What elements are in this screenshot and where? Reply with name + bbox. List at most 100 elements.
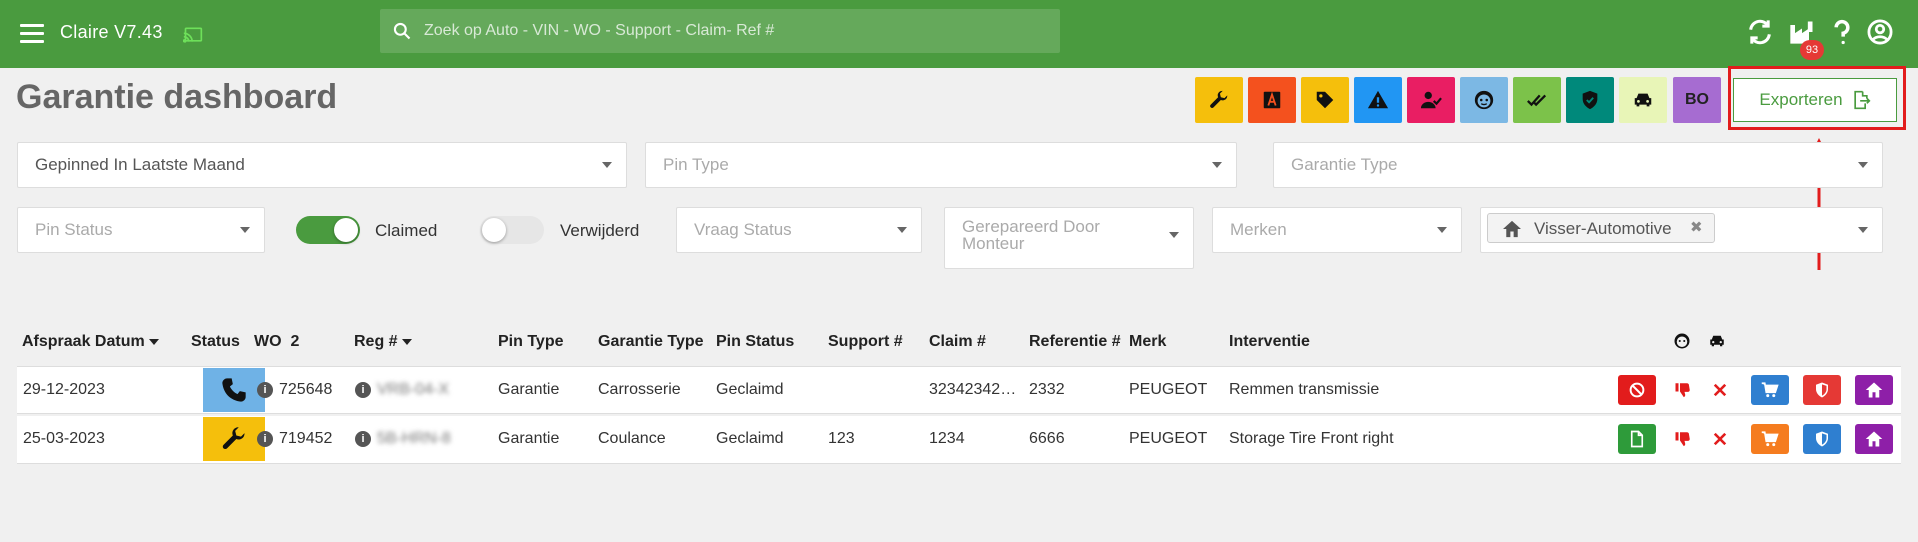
wrench-icon [222,427,245,450]
filter-letter-a-button[interactable] [1248,77,1296,123]
garantie-type-select[interactable]: Garantie Type [1273,142,1883,188]
refresh-icon[interactable] [1746,18,1774,51]
order-button[interactable] [1751,375,1789,405]
gerepareerd-door-select[interactable]: Gerepareerd Door Monteur [944,207,1194,269]
dealer-home-button[interactable] [1855,424,1893,454]
col-pin-status: Pin Status [716,333,795,350]
chevron-down-icon [1212,162,1222,168]
filter-wrench-button[interactable] [1195,77,1243,123]
table-row[interactable]: 29-12-2023 i 725648 i VRB-04-X Garantie … [17,366,1901,414]
chevron-down-icon [602,162,612,168]
table-row[interactable]: 25-03-2023 i 719452 i 5B-HRN-8 Garantie … [17,416,1901,464]
status-tile[interactable] [203,368,265,412]
delete-button[interactable] [1709,379,1731,401]
pin-type-select[interactable]: Pin Type [645,142,1237,188]
search-bar[interactable] [380,9,1060,53]
help-icon[interactable] [1828,18,1856,51]
chevron-down-icon [1858,227,1868,233]
filter-tag-button[interactable] [1301,77,1349,123]
home-icon [1865,382,1883,398]
file-export-icon [1853,90,1871,110]
shield-icon [1816,382,1828,398]
user-check-icon [1420,91,1442,109]
chevron-down-icon [240,227,250,233]
col-interventie: Interventie [1229,333,1310,350]
claimed-label: Claimed [375,221,438,240]
info-icon[interactable]: i [355,382,371,398]
claimed-toggle[interactable] [296,216,360,244]
face-icon [1674,333,1690,349]
filter-face-button[interactable] [1460,77,1508,123]
home-icon [1503,220,1521,238]
close-icon [1713,432,1727,446]
document-button[interactable] [1618,424,1656,454]
dealer-home-button[interactable] [1855,375,1893,405]
filter-bo-button[interactable]: BO [1673,77,1721,123]
col-claim: Claim # [929,333,986,350]
pinned-period-select[interactable]: Gepinned In Laatste Maand [17,142,627,188]
search-input[interactable] [424,9,1044,53]
pin-status-select[interactable]: Pin Status [17,207,265,253]
dealer-chip: Visser-Automotive ✖ [1487,213,1715,243]
chevron-down-icon [1169,232,1179,238]
search-icon [393,22,411,40]
reject-button[interactable] [1672,379,1694,401]
col-reg[interactable]: Reg # [354,333,412,351]
chevron-down-icon [1437,227,1447,233]
cart-icon [1761,382,1779,398]
verwijderd-toggle[interactable] [480,216,544,244]
col-wo: WO 2 [254,333,300,350]
warranty-button[interactable] [1803,375,1841,405]
info-icon[interactable]: i [355,431,371,447]
info-icon[interactable]: i [257,382,273,398]
col-referentie: Referentie # [1029,333,1121,350]
chevron-down-icon [897,227,907,233]
page-title: Garantie dashboard [16,78,338,116]
top-bar: Claire V7.43 93 [0,0,1918,68]
warranty-button[interactable] [1803,424,1841,454]
close-icon [1713,383,1727,397]
shield-icon [1816,431,1828,447]
warning-icon [1367,90,1389,109]
col-afspraak-datum[interactable]: Afspraak Datum [22,333,159,351]
filter-shield-button[interactable] [1566,77,1614,123]
info-icon[interactable]: i [257,431,273,447]
user-icon[interactable] [1866,18,1894,51]
status-tile[interactable] [203,417,265,461]
delete-button[interactable] [1709,428,1731,450]
home-icon [1865,431,1883,447]
app-title: Claire V7.43 [60,22,163,42]
face-icon [1474,90,1494,110]
col-pin-type: Pin Type [498,333,564,350]
chevron-down-icon [1858,162,1868,168]
notification-badge: 93 [1800,40,1824,60]
wrench-icon [1210,90,1228,108]
block-button[interactable] [1618,375,1656,405]
sort-down-icon [401,338,412,345]
menu-icon[interactable] [20,24,44,44]
double-check-icon [1527,94,1547,107]
chip-remove-icon[interactable]: ✖ [1690,218,1703,236]
cast-icon[interactable] [183,26,203,44]
col-support: Support # [828,333,903,350]
cart-icon [1761,431,1779,447]
sort-down-icon [148,338,159,345]
order-button[interactable] [1751,424,1789,454]
thumbs-down-icon [1675,383,1690,398]
tag-icon [1316,91,1334,109]
car-icon [1710,335,1724,347]
thumbs-down-icon [1675,432,1690,447]
filter-warning-button[interactable] [1354,77,1402,123]
file-icon [1630,430,1644,448]
reject-button[interactable] [1672,428,1694,450]
col-merk: Merk [1129,333,1167,350]
export-label: Exporteren [1759,90,1843,109]
car-icon [1634,93,1652,107]
filter-car-button[interactable] [1619,77,1667,123]
export-button[interactable]: Exporteren [1733,78,1897,122]
shield-check-icon [1582,90,1598,110]
merken-select[interactable]: Merken [1212,207,1462,253]
vraag-status-select[interactable]: Vraag Status [676,207,922,253]
filter-double-check-button[interactable] [1513,77,1561,123]
filter-user-check-button[interactable] [1407,77,1455,123]
